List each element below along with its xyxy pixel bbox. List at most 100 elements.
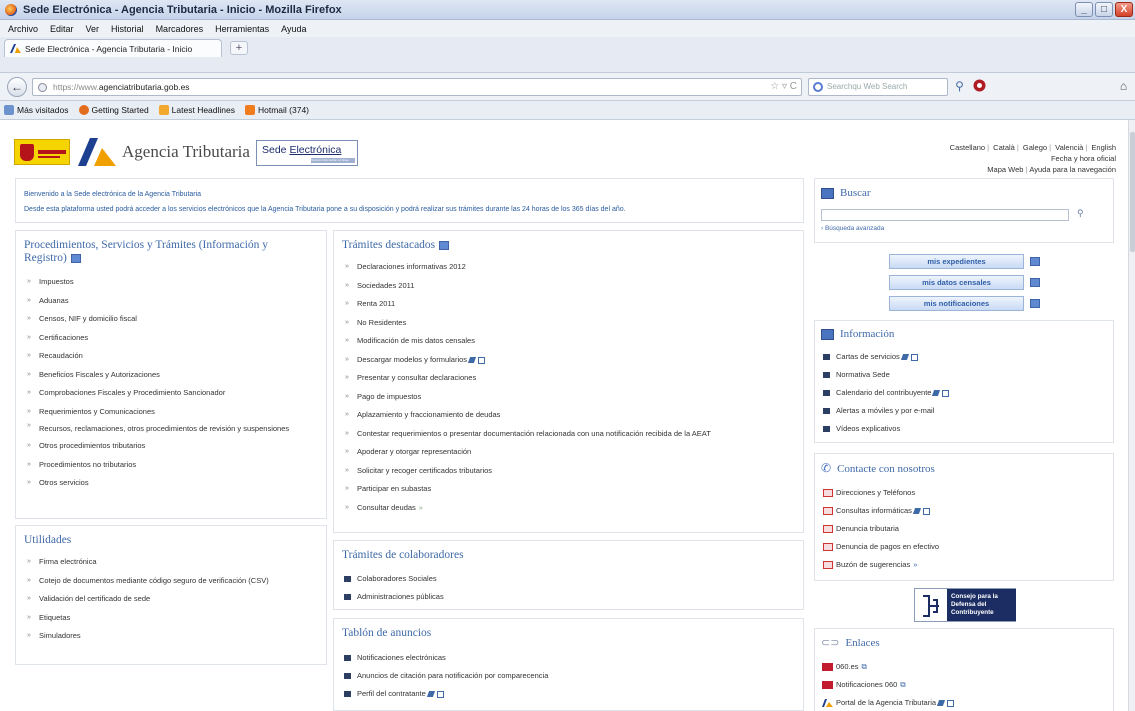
list-item[interactable]: Procedimientos no tributarios [24,456,318,475]
list-item[interactable]: Consultar deudas» [342,499,795,518]
list-item[interactable]: Perfil del contratante [342,685,795,703]
list-item[interactable]: Etiquetas [24,609,318,628]
bookmark-hotmail[interactable]: Hotmail (374) [245,105,309,115]
list-item[interactable]: Vídeos explicativos [821,420,1107,438]
list-item[interactable]: Sociedades 2011 [342,277,795,296]
lang-english[interactable]: English [1091,143,1116,152]
lang-galego[interactable]: Galego [1023,143,1047,152]
info-icon[interactable] [70,253,81,263]
search-icon[interactable]: ⚲ [952,79,967,94]
info-icon[interactable] [1030,278,1040,287]
list-item[interactable]: Notificaciones 060 ⧉ [821,676,1107,694]
list-item[interactable]: Cartas de servicios [821,348,1107,366]
mis-notificaciones-button[interactable]: mis notificaciones [889,296,1024,311]
list-item[interactable]: Consultas informáticas [821,502,1107,520]
list-item[interactable]: Apoderar y otorgar representación [342,443,795,462]
list-item[interactable]: Alertas a móviles y por e-mail [821,402,1107,420]
list-item[interactable]: No Residentes [342,314,795,333]
close-button[interactable]: X [1115,2,1133,17]
list-item[interactable]: Certificaciones [24,329,318,348]
lang-valencia[interactable]: Valencià [1055,143,1083,152]
site-identity-icon[interactable] [38,83,47,92]
lang-catala[interactable]: Català [993,143,1015,152]
list-item[interactable]: Declaraciones informativas 2012 [342,258,795,277]
list-item[interactable]: Participar en subastas [342,480,795,499]
consejo-defensa-contribuyente-banner[interactable]: Consejo para la Defensa del Contribuyente [914,588,1016,622]
menu-herramientas[interactable]: Herramientas [215,24,269,34]
minimize-button[interactable]: _ [1075,2,1093,17]
list-item[interactable]: Aplazamiento y fraccionamiento de deudas [342,406,795,425]
list-item[interactable]: Requerimientos y Comunicaciones [24,403,318,422]
list-item[interactable]: Comprobaciones Fiscales y Procedimiento … [24,384,318,403]
list-item[interactable]: Cotejo de documentos mediante código seg… [24,572,318,591]
list-item[interactable]: Pago de impuestos [342,388,795,407]
info-icon[interactable] [1030,299,1040,308]
url-bar[interactable]: https://www.agenciatributaria.gob.es ☆ ▿… [32,78,802,96]
busqueda-avanzada-link[interactable]: › Búsqueda avanzada [821,225,884,232]
tablon-anuncios-title[interactable]: Tablón de anuncios [342,627,795,640]
list-item[interactable]: Beneficios Fiscales y Autorizaciones [24,366,318,385]
mis-expedientes-button[interactable]: mis expedientes [889,254,1024,269]
list-item[interactable]: Colaboradores Sociales [342,570,795,588]
web-search-input[interactable]: Searchqu Web Search [808,78,948,96]
list-item[interactable]: Descargar modelos y formularios [342,351,795,370]
sede-electronica-logo[interactable]: Sede Electrónica Toda la Información en … [256,140,358,166]
list-item[interactable]: Firma electrónica [24,553,318,572]
tramites-colaboradores-title[interactable]: Trámites de colaboradores [342,549,795,562]
list-item[interactable]: Calendario del contribuyente [821,384,1107,402]
list-item[interactable]: Presentar y consultar declaraciones [342,369,795,388]
list-item[interactable]: Otros servicios [24,474,318,493]
list-item[interactable]: Contestar requerimientos o presentar doc… [342,425,795,444]
addon-icon[interactable] [972,79,987,94]
gobierno-espana-logo[interactable] [14,139,70,165]
menu-marcadores[interactable]: Marcadores [156,24,204,34]
list-item[interactable]: Normativa Sede [821,366,1107,384]
agencia-tributaria-title[interactable]: Agencia Tributaria [122,142,250,162]
menu-ver[interactable]: Ver [86,24,100,34]
menu-archivo[interactable]: Archivo [8,24,38,34]
menu-historial[interactable]: Historial [111,24,144,34]
agencia-tributaria-logo[interactable] [76,136,116,168]
utilidades-title[interactable]: Utilidades [24,534,318,547]
list-item[interactable]: Recursos, reclamaciones, otros procedimi… [24,421,294,437]
list-item[interactable]: Otros procedimientos tributarios [24,437,318,456]
search-button-icon[interactable]: ⚲ [1077,208,1084,219]
list-item[interactable]: Simuladores [24,627,318,646]
list-item[interactable]: Renta 2011 [342,295,795,314]
back-button[interactable]: ← [7,77,27,97]
maximize-button[interactable]: □ [1095,2,1113,17]
search-engine-icon[interactable] [813,82,823,92]
mapa-web-link[interactable]: Mapa Web [987,165,1023,174]
list-item[interactable]: Aduanas [24,292,318,311]
ayuda-navegacion-link[interactable]: Ayuda para la navegación [1029,165,1116,174]
list-item[interactable]: 060.es ⧉ [821,658,1107,676]
tab-sede-electronica[interactable]: Sede Electrónica - Agencia Tributaria - … [4,39,222,57]
new-tab-button[interactable]: + [230,41,248,55]
menu-editar[interactable]: Editar [50,24,74,34]
list-item[interactable]: Solicitar y recoger certificados tributa… [342,462,795,481]
vertical-scrollbar[interactable] [1128,120,1135,711]
home-icon[interactable]: ⌂ [1116,79,1131,94]
list-item[interactable]: Validación del certificado de sede [24,590,318,609]
list-item[interactable]: Notificaciones electrónicas [342,649,795,667]
list-item[interactable]: Portal de la Agencia Tributaria [821,694,1107,711]
list-item[interactable]: Denuncia de pagos en efectivo [821,538,1107,556]
list-item[interactable]: Modificación de mis datos censales [342,332,795,351]
tramites-destacados-title[interactable]: Trámites destacados [342,239,795,252]
bookmark-mas-visitados[interactable]: Más visitados [4,105,69,115]
bookmark-latest-headlines[interactable]: Latest Headlines [158,105,235,115]
list-item[interactable]: Recaudación [24,347,318,366]
info-icon[interactable] [1030,257,1040,266]
list-item[interactable]: Direcciones y Teléfonos [821,484,1107,502]
list-item[interactable]: Censos, NIF y domicilio fiscal [24,310,318,329]
info-icon[interactable] [439,240,450,250]
lang-castellano[interactable]: Castellano [950,143,985,152]
list-item[interactable]: Buzón de sugerencias» [821,556,1107,574]
bookmark-getting-started[interactable]: Getting Started [78,105,149,115]
fecha-hora-link[interactable]: Fecha y hora oficial [950,153,1116,164]
url-bar-icons[interactable]: ☆ ▿ C [770,79,797,95]
list-item[interactable]: Impuestos [24,273,318,292]
list-item[interactable]: Anuncios de citación para notificación p… [342,667,795,685]
menu-ayuda[interactable]: Ayuda [281,24,306,34]
procedimientos-title[interactable]: Procedimientos, Servicios y Trámites (In… [24,239,309,265]
